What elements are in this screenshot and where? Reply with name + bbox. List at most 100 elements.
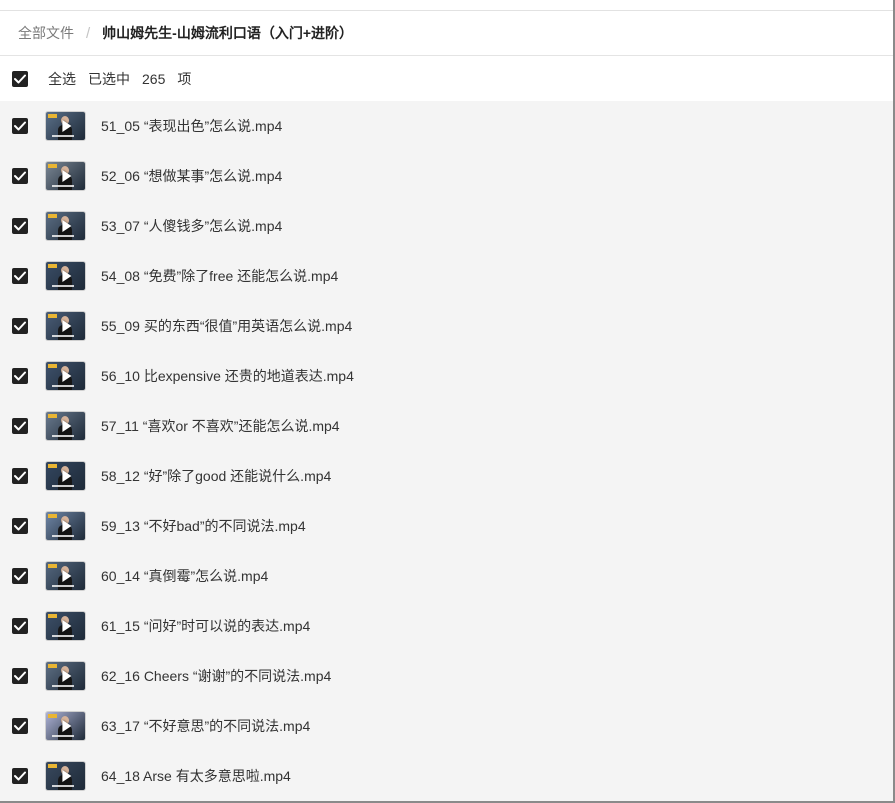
thumbnail-tag bbox=[48, 164, 57, 168]
file-checkbox[interactable] bbox=[12, 618, 28, 634]
file-checkbox[interactable] bbox=[12, 318, 28, 334]
file-name[interactable]: 59_13 “不好bad”的不同说法.mp4 bbox=[101, 516, 306, 536]
video-thumbnail[interactable] bbox=[46, 612, 85, 640]
selected-unit: 项 bbox=[177, 70, 192, 87]
file-row[interactable]: 56_10 比expensive 还贵的地道表达.mp4 bbox=[0, 351, 893, 401]
breadcrumb: 全部文件 / 帅山姆先生-山姆流利口语（入门+进阶） bbox=[0, 11, 893, 56]
file-row[interactable]: 62_16 Cheers “谢谢”的不同说法.mp4 bbox=[0, 651, 893, 701]
video-thumbnail[interactable] bbox=[46, 412, 85, 440]
play-icon bbox=[61, 320, 71, 332]
play-icon bbox=[61, 520, 71, 532]
file-name[interactable]: 63_17 “不好意思”的不同说法.mp4 bbox=[101, 716, 310, 736]
play-icon bbox=[61, 120, 71, 132]
thumbnail-tag bbox=[48, 764, 57, 768]
file-name[interactable]: 56_10 比expensive 还贵的地道表达.mp4 bbox=[101, 366, 354, 386]
file-checkbox[interactable] bbox=[12, 718, 28, 734]
checkmark-icon bbox=[14, 121, 26, 131]
checkmark-icon bbox=[14, 171, 26, 181]
file-checkbox[interactable] bbox=[12, 418, 28, 434]
video-thumbnail[interactable] bbox=[46, 762, 85, 790]
file-list: 51_05 “表现出色”怎么说.mp4 52_06 “想做某事”怎么说.mp4 53… bbox=[0, 101, 893, 801]
thumbnail-tag bbox=[48, 414, 57, 418]
file-row[interactable]: 63_17 “不好意思”的不同说法.mp4 bbox=[0, 701, 893, 751]
file-name[interactable]: 51_05 “表现出色”怎么说.mp4 bbox=[101, 116, 282, 136]
file-checkbox[interactable] bbox=[12, 268, 28, 284]
file-row[interactable]: 52_06 “想做某事”怎么说.mp4 bbox=[0, 151, 893, 201]
file-row[interactable]: 61_15 “问好”时可以说的表达.mp4 bbox=[0, 601, 893, 651]
thumbnail-tag bbox=[48, 614, 57, 618]
file-name[interactable]: 58_12 “好”除了good 还能说什么.mp4 bbox=[101, 466, 331, 486]
video-thumbnail[interactable] bbox=[46, 512, 85, 540]
thumbnail-caption bbox=[52, 435, 74, 437]
file-row[interactable]: 57_11 “喜欢or 不喜欢”还能怎么说.mp4 bbox=[0, 401, 893, 451]
file-name[interactable]: 61_15 “问好”时可以说的表达.mp4 bbox=[101, 616, 310, 636]
breadcrumb-separator: / bbox=[86, 24, 91, 42]
breadcrumb-root-link[interactable]: 全部文件 bbox=[18, 23, 74, 43]
file-name[interactable]: 64_18 Arse 有太多意思啦.mp4 bbox=[101, 766, 291, 786]
file-name[interactable]: 55_09 买的东西“很值”用英语怎么说.mp4 bbox=[101, 316, 352, 336]
play-icon bbox=[61, 220, 71, 232]
thumbnail-tag bbox=[48, 114, 57, 118]
thumbnail-caption bbox=[52, 335, 74, 337]
select-all-label[interactable]: 全选 bbox=[48, 69, 76, 89]
video-thumbnail[interactable] bbox=[46, 712, 85, 740]
file-name[interactable]: 60_14 “真倒霉”怎么说.mp4 bbox=[101, 566, 268, 586]
file-browser-window: 全部文件 / 帅山姆先生-山姆流利口语（入门+进阶） 全选 已选中 265 项 … bbox=[0, 0, 895, 803]
file-name[interactable]: 53_07 “人傻钱多”怎么说.mp4 bbox=[101, 216, 282, 236]
file-row[interactable]: 58_12 “好”除了good 还能说什么.mp4 bbox=[0, 451, 893, 501]
thumbnail-caption bbox=[52, 235, 74, 237]
thumbnail-caption bbox=[52, 185, 74, 187]
file-checkbox[interactable] bbox=[12, 768, 28, 784]
checkmark-icon bbox=[14, 671, 26, 681]
play-icon bbox=[61, 620, 71, 632]
select-all-checkbox[interactable] bbox=[12, 70, 28, 87]
video-thumbnail[interactable] bbox=[46, 262, 85, 290]
file-checkbox[interactable] bbox=[12, 668, 28, 684]
thumbnail-tag bbox=[48, 264, 57, 268]
thumbnail-tag bbox=[48, 314, 57, 318]
file-checkbox[interactable] bbox=[12, 218, 28, 234]
file-name[interactable]: 52_06 “想做某事”怎么说.mp4 bbox=[101, 166, 282, 186]
file-row[interactable]: 59_13 “不好bad”的不同说法.mp4 bbox=[0, 501, 893, 551]
file-checkbox[interactable] bbox=[12, 368, 28, 384]
thumbnail-caption bbox=[52, 585, 74, 587]
video-thumbnail[interactable] bbox=[46, 312, 85, 340]
play-icon bbox=[61, 270, 71, 282]
thumbnail-tag bbox=[48, 214, 57, 218]
thumbnail-caption bbox=[52, 735, 74, 737]
thumbnail-caption bbox=[52, 285, 74, 287]
thumbnail-caption bbox=[52, 785, 74, 787]
file-row[interactable]: 53_07 “人傻钱多”怎么说.mp4 bbox=[0, 201, 893, 251]
thumbnail-tag bbox=[48, 714, 57, 718]
file-checkbox[interactable] bbox=[12, 518, 28, 534]
thumbnail-caption bbox=[52, 635, 74, 637]
thumbnail-tag bbox=[48, 564, 57, 568]
file-checkbox[interactable] bbox=[12, 468, 28, 484]
video-thumbnail[interactable] bbox=[46, 162, 85, 190]
file-name[interactable]: 62_16 Cheers “谢谢”的不同说法.mp4 bbox=[101, 666, 331, 686]
checkmark-icon bbox=[14, 221, 26, 231]
file-checkbox[interactable] bbox=[12, 168, 28, 184]
video-thumbnail[interactable] bbox=[46, 462, 85, 490]
file-row[interactable]: 55_09 买的东西“很值”用英语怎么说.mp4 bbox=[0, 301, 893, 351]
play-icon bbox=[61, 670, 71, 682]
file-row[interactable]: 64_18 Arse 有太多意思啦.mp4 bbox=[0, 751, 893, 801]
file-checkbox[interactable] bbox=[12, 118, 28, 134]
file-row[interactable]: 51_05 “表现出色”怎么说.mp4 bbox=[0, 101, 893, 151]
file-row[interactable]: 60_14 “真倒霉”怎么说.mp4 bbox=[0, 551, 893, 601]
video-thumbnail[interactable] bbox=[46, 112, 85, 140]
checkmark-icon bbox=[14, 771, 26, 781]
file-name[interactable]: 54_08 “免费”除了free 还能怎么说.mp4 bbox=[101, 266, 338, 286]
video-thumbnail[interactable] bbox=[46, 212, 85, 240]
file-checkbox[interactable] bbox=[12, 568, 28, 584]
thumbnail-caption bbox=[52, 685, 74, 687]
video-thumbnail[interactable] bbox=[46, 662, 85, 690]
checkmark-icon bbox=[14, 621, 26, 631]
play-icon bbox=[61, 370, 71, 382]
video-thumbnail[interactable] bbox=[46, 362, 85, 390]
video-thumbnail[interactable] bbox=[46, 562, 85, 590]
file-name[interactable]: 57_11 “喜欢or 不喜欢”还能怎么说.mp4 bbox=[101, 416, 340, 436]
file-row[interactable]: 54_08 “免费”除了free 还能怎么说.mp4 bbox=[0, 251, 893, 301]
checkmark-icon bbox=[14, 471, 26, 481]
checkmark-icon bbox=[14, 74, 26, 83]
